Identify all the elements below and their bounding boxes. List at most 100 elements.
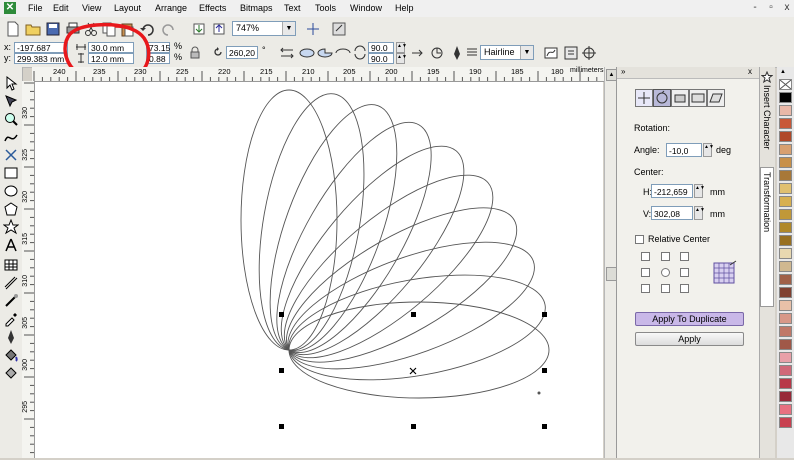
- freehand-tool-icon[interactable]: [3, 129, 19, 145]
- zoom-dropdown[interactable]: 747% ▼: [232, 21, 296, 36]
- restore-button[interactable]: ▫: [764, 2, 778, 14]
- end-angle-field[interactable]: 90.0: [368, 53, 394, 64]
- no-color-swatch[interactable]: [779, 79, 792, 90]
- dimension-tool-icon[interactable]: [3, 275, 19, 291]
- start-angle-spinner[interactable]: ▲▼: [396, 42, 407, 53]
- color-swatch[interactable]: [779, 404, 792, 415]
- zoom-tool-icon[interactable]: [3, 111, 19, 127]
- docker-collapse-icon[interactable]: »: [621, 67, 625, 76]
- color-swatch[interactable]: [779, 391, 792, 402]
- selection-handle[interactable]: [411, 312, 416, 317]
- selection-handle[interactable]: [411, 424, 416, 429]
- skew-tab-icon[interactable]: [707, 89, 725, 107]
- application-launcher-icon[interactable]: [330, 20, 348, 38]
- properties-icon[interactable]: [562, 44, 580, 62]
- arc-shape-icon[interactable]: [334, 44, 352, 62]
- start-angle-field[interactable]: 90.0: [368, 42, 394, 53]
- menu-arrange[interactable]: Arrange: [155, 3, 187, 13]
- anchor-bottom-right[interactable]: [680, 284, 689, 293]
- outline-tool-icon[interactable]: [3, 329, 19, 345]
- outline-pen-icon[interactable]: [448, 44, 466, 62]
- color-swatch[interactable]: [779, 92, 792, 103]
- menu-help[interactable]: Help: [395, 3, 414, 13]
- color-swatch[interactable]: [779, 235, 792, 246]
- center-v-field[interactable]: 302,08: [651, 206, 693, 220]
- color-swatch[interactable]: [779, 261, 792, 272]
- color-swatch[interactable]: [779, 196, 792, 207]
- target-icon[interactable]: [580, 44, 598, 62]
- convert-to-curves-icon[interactable]: [542, 44, 560, 62]
- rectangle-tool-icon[interactable]: [3, 165, 19, 181]
- color-swatch[interactable]: [779, 287, 792, 298]
- anchor-center[interactable]: [661, 268, 670, 277]
- palette-scroll-up-icon[interactable]: ▲: [780, 69, 786, 75]
- pie-shape-icon[interactable]: [316, 44, 334, 62]
- color-swatch[interactable]: [779, 183, 792, 194]
- ellipse-shape[interactable]: [281, 258, 554, 398]
- tab-insert-character[interactable]: Insert Character: [762, 85, 772, 150]
- menu-text[interactable]: Text: [284, 3, 301, 13]
- color-swatch[interactable]: [779, 274, 792, 285]
- color-swatch[interactable]: [779, 417, 792, 428]
- table-tool-icon[interactable]: [3, 257, 19, 273]
- ellipse-shape[interactable]: [244, 89, 423, 366]
- color-swatch[interactable]: [779, 170, 792, 181]
- ellipse-shape[interactable]: [242, 86, 382, 359]
- ellipse-shape-icon[interactable]: [298, 44, 316, 62]
- angle-field[interactable]: -10,0: [666, 143, 702, 157]
- color-swatch[interactable]: [779, 131, 792, 142]
- basic-shapes-tool-icon[interactable]: [2, 218, 20, 235]
- selection-handle[interactable]: [542, 424, 547, 429]
- end-angle-spinner[interactable]: ▲▼: [396, 53, 407, 64]
- anchor-top-left[interactable]: [641, 252, 650, 261]
- outline-width-dropdown[interactable]: Hairline ▼: [480, 45, 534, 60]
- color-swatch[interactable]: [779, 144, 792, 155]
- pick-tool-icon[interactable]: [3, 75, 19, 91]
- menu-view[interactable]: View: [82, 3, 101, 13]
- minimize-button[interactable]: -: [748, 2, 762, 14]
- color-swatch[interactable]: [779, 157, 792, 168]
- color-swatch[interactable]: [779, 209, 792, 220]
- scale-tab-icon[interactable]: [671, 89, 689, 107]
- smart-fill-tool-icon[interactable]: [3, 147, 19, 163]
- rotation-center-marker[interactable]: [409, 367, 417, 375]
- center-v-spinner[interactable]: ▲▼: [694, 206, 705, 220]
- shape-tool-icon[interactable]: [3, 93, 19, 109]
- menu-layout[interactable]: Layout: [114, 3, 141, 13]
- mirror-icon[interactable]: [278, 44, 296, 62]
- color-swatch[interactable]: [779, 118, 792, 129]
- polygon-tool-icon[interactable]: [3, 201, 19, 217]
- color-swatch[interactable]: [779, 222, 792, 233]
- new-document-icon[interactable]: [4, 20, 22, 38]
- ellipse-shape[interactable]: [273, 216, 550, 395]
- node-point[interactable]: [537, 391, 541, 395]
- lock-ratio-icon[interactable]: [186, 44, 204, 62]
- menu-effects[interactable]: Effects: [199, 3, 226, 13]
- tab-transformation-active[interactable]: Transformation: [760, 167, 774, 307]
- selection-handle[interactable]: [279, 424, 284, 429]
- rotation-field[interactable]: 260,20: [226, 46, 258, 59]
- fill-tool-icon[interactable]: [3, 347, 19, 363]
- ellipse-tool-icon[interactable]: [3, 183, 19, 199]
- close-button[interactable]: x: [780, 2, 794, 14]
- selection-handle[interactable]: [279, 312, 284, 317]
- relative-center-checkbox[interactable]: [635, 235, 644, 244]
- redo-icon[interactable]: [160, 20, 178, 38]
- position-tab-icon[interactable]: [635, 89, 653, 107]
- menu-file[interactable]: File: [28, 3, 43, 13]
- color-swatch[interactable]: [779, 378, 792, 389]
- wrap-text-icon[interactable]: [428, 44, 446, 62]
- anchor-bottom-left[interactable]: [641, 284, 650, 293]
- menu-edit[interactable]: Edit: [53, 3, 69, 13]
- anchor-bottom-center[interactable]: [661, 284, 670, 293]
- color-swatch[interactable]: [779, 326, 792, 337]
- selection-handle[interactable]: [542, 312, 547, 317]
- anchor-middle-left[interactable]: [641, 268, 650, 277]
- import-icon[interactable]: [190, 20, 208, 38]
- interactive-fill-tool-icon[interactable]: [3, 365, 19, 381]
- angle-spinner[interactable]: ▲▼: [703, 143, 714, 157]
- color-swatch[interactable]: [779, 248, 792, 259]
- export-icon[interactable]: [210, 20, 228, 38]
- selection-handle[interactable]: [279, 368, 284, 373]
- ellipse-shape[interactable]: [288, 301, 550, 399]
